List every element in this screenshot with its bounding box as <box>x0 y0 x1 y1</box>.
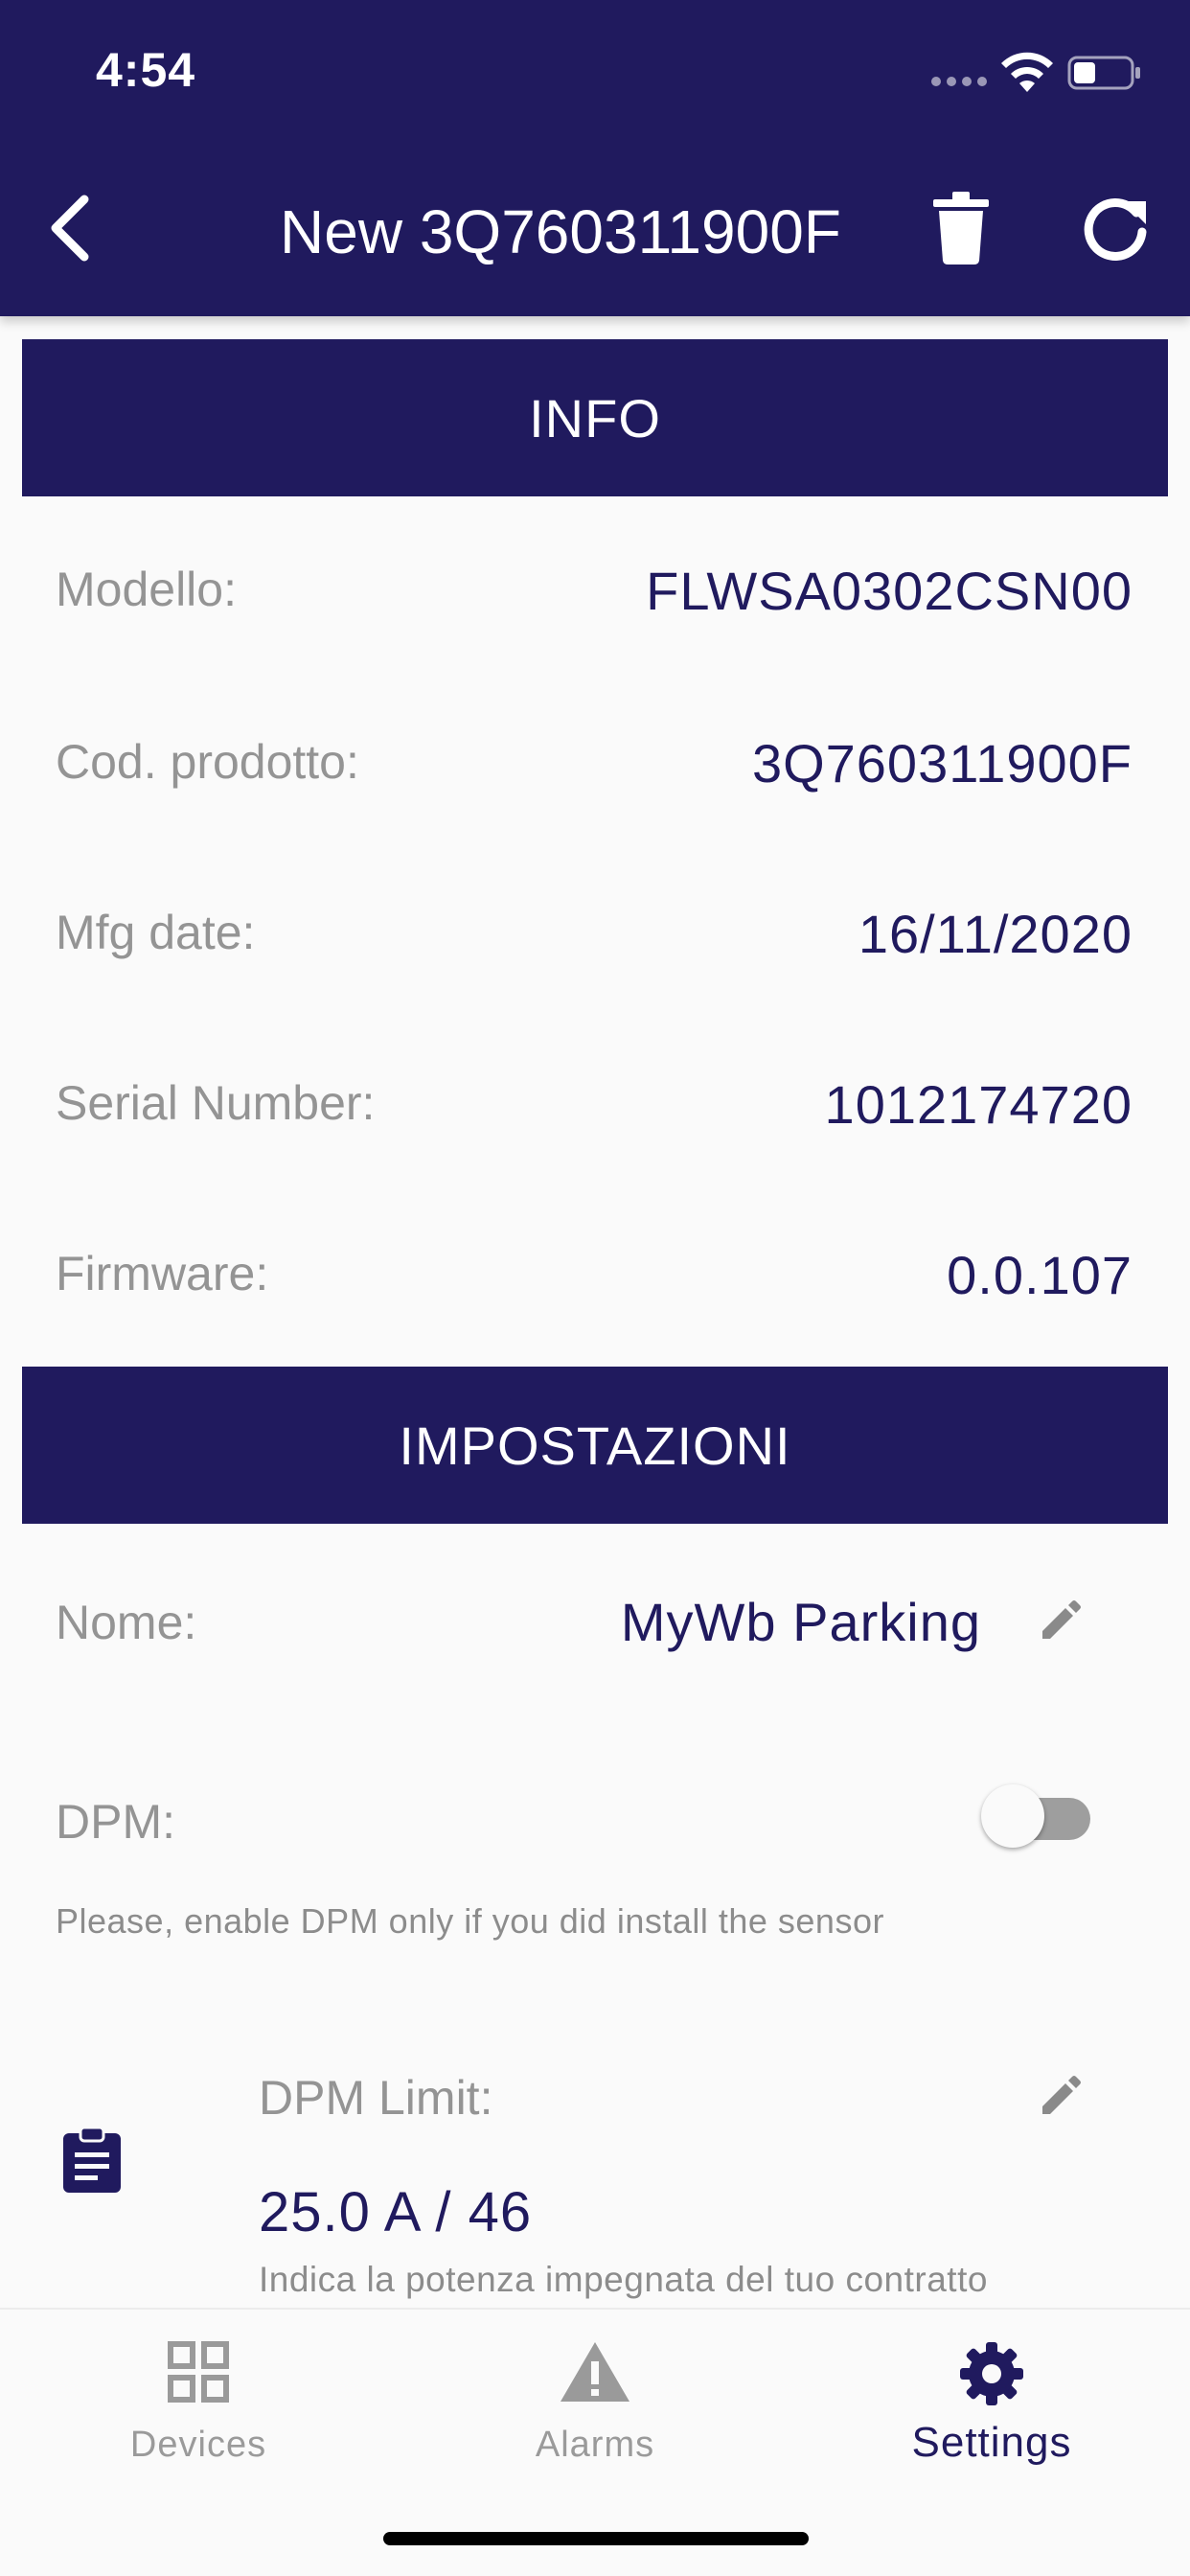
battery-icon <box>1067 56 1140 90</box>
nav-devices[interactable]: Devices <box>0 2310 397 2501</box>
refresh-icon[interactable] <box>1079 192 1152 264</box>
warning-icon <box>561 2342 629 2402</box>
nav-devices-label: Devices <box>129 2425 267 2465</box>
serial-number-value: 1012174720 <box>824 1074 1133 1135</box>
model-value: FLWSA0302CSN00 <box>646 561 1133 621</box>
dpm-toggle[interactable] <box>981 1782 1098 1850</box>
screen: 4:54 New 3Q760311900F INFO Modello: FLWS… <box>0 0 1190 2576</box>
serial-number-label: Serial Number: <box>56 1076 376 1130</box>
dpm-label: DPM: <box>56 1795 175 1849</box>
status-time: 4:54 <box>96 43 196 97</box>
gear-icon <box>960 2342 1023 2405</box>
edit-dpm-limit-pencil-icon[interactable] <box>1039 2074 1083 2118</box>
trash-icon[interactable] <box>931 192 991 264</box>
nav-settings-label: Settings <box>911 2419 1072 2466</box>
page-title: New 3Q760311900F <box>280 197 841 266</box>
mfg-date-label: Mfg date: <box>56 906 256 959</box>
app-bar: 4:54 New 3Q760311900F <box>0 0 1190 316</box>
home-indicator[interactable] <box>383 2532 809 2545</box>
settings-section-header: IMPOSTAZIONI <box>22 1367 1168 1524</box>
nav-alarms-label: Alarms <box>535 2425 655 2465</box>
clipboard-icon <box>63 2126 121 2193</box>
back-chevron-icon[interactable] <box>40 190 100 266</box>
wifi-icon <box>1001 52 1053 92</box>
model-label: Modello: <box>56 563 237 616</box>
name-label: Nome: <box>56 1596 197 1649</box>
product-code-value: 3Q760311900F <box>751 733 1133 794</box>
nav-alarms[interactable]: Alarms <box>397 2310 793 2501</box>
firmware-label: Firmware: <box>56 1247 269 1300</box>
dpm-limit-value: 25.0 A / 46 <box>259 2181 533 2243</box>
mfg-date-value: 16/11/2020 <box>858 904 1133 964</box>
nav-settings[interactable]: Settings <box>793 2310 1190 2501</box>
cellular-signal-icon <box>931 77 987 86</box>
edit-name-pencil-icon[interactable] <box>1039 1598 1083 1643</box>
dpm-limit-label: DPM Limit: <box>259 2071 493 2125</box>
dpm-toggle-thumb <box>981 1784 1044 1848</box>
firmware-value: 0.0.107 <box>947 1245 1133 1305</box>
info-section-header: INFO <box>22 339 1168 496</box>
dpm-helper-text: Please, enable DPM only if you did insta… <box>56 1901 884 1941</box>
name-value: MyWb Parking <box>620 1592 981 1652</box>
dpm-limit-description: Indica la potenza impegnata del tuo cont… <box>259 2260 988 2299</box>
grid-icon <box>168 2341 229 2403</box>
product-code-label: Cod. prodotto: <box>56 735 359 789</box>
